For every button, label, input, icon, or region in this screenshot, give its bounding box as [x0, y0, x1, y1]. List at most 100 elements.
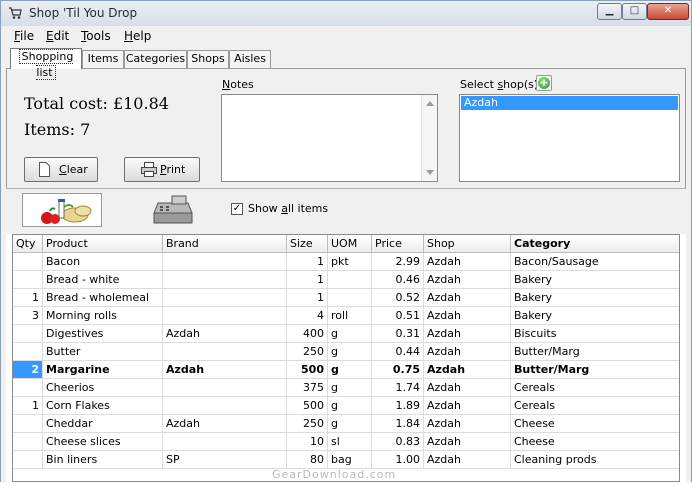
cell-uom[interactable]: g: [328, 343, 372, 361]
cell-brand[interactable]: [163, 397, 287, 415]
cell-shop[interactable]: Azdah: [424, 271, 511, 289]
cell-product[interactable]: Corn Flakes: [43, 397, 163, 415]
cell-shop[interactable]: Azdah: [424, 451, 511, 469]
tab-categories[interactable]: Categories: [124, 50, 187, 68]
cell-size[interactable]: 500: [287, 397, 328, 415]
cell-shop[interactable]: Azdah: [424, 307, 511, 325]
cell-price[interactable]: 0.52: [372, 289, 424, 307]
column-header-price[interactable]: Price: [372, 235, 424, 253]
cell-price[interactable]: 0.46: [372, 271, 424, 289]
cell-qty[interactable]: [13, 451, 43, 469]
cell-category[interactable]: Cheese: [511, 415, 679, 433]
cell-category[interactable]: Cereals: [511, 397, 679, 415]
cell-brand[interactable]: [163, 379, 287, 397]
column-header-size[interactable]: Size: [287, 235, 328, 253]
cell-size[interactable]: 400: [287, 325, 328, 343]
cell-shop[interactable]: Azdah: [424, 343, 511, 361]
cell-shop[interactable]: Azdah: [424, 361, 511, 379]
cell-brand[interactable]: [163, 307, 287, 325]
cell-product[interactable]: Morning rolls: [43, 307, 163, 325]
cell-shop[interactable]: Azdah: [424, 433, 511, 451]
cell-uom[interactable]: [328, 289, 372, 307]
cell-uom[interactable]: sl: [328, 433, 372, 451]
print-button[interactable]: Print: [124, 157, 200, 182]
table-row[interactable]: Butter 250 g 0.44 Azdah Butter/Marg: [13, 343, 679, 361]
cell-qty[interactable]: [13, 343, 43, 361]
column-header-uom[interactable]: UOM: [328, 235, 372, 253]
cell-size[interactable]: 10: [287, 433, 328, 451]
cell-size[interactable]: 250: [287, 415, 328, 433]
clear-button[interactable]: Clear: [24, 157, 98, 182]
cell-shop[interactable]: Azdah: [424, 253, 511, 271]
checkout-view-button[interactable]: [148, 193, 198, 227]
cell-qty[interactable]: [13, 271, 43, 289]
cell-category[interactable]: Biscuits: [511, 325, 679, 343]
shops-listbox[interactable]: Azdah: [459, 94, 680, 182]
shop-list-item[interactable]: Azdah: [461, 96, 678, 110]
menu-edit[interactable]: Edit: [46, 29, 69, 43]
cell-qty[interactable]: [13, 379, 43, 397]
cell-product[interactable]: Butter: [43, 343, 163, 361]
column-header-qty[interactable]: Qty: [13, 235, 43, 253]
cell-shop[interactable]: Azdah: [424, 289, 511, 307]
table-row[interactable]: 3 Morning rolls 4 roll 0.51 Azdah Bakery: [13, 307, 679, 325]
table-row[interactable]: Cheerios 375 g 1.74 Azdah Cereals: [13, 379, 679, 397]
column-header-shop[interactable]: Shop: [424, 235, 511, 253]
cell-product[interactable]: Bacon: [43, 253, 163, 271]
cell-qty[interactable]: 1: [13, 289, 43, 307]
notes-textarea[interactable]: [221, 94, 438, 182]
cell-uom[interactable]: bag: [328, 451, 372, 469]
table-row[interactable]: Bin liners SP 80 bag 1.00 Azdah Cleaning prods: [13, 451, 679, 469]
cell-uom[interactable]: g: [328, 415, 372, 433]
cell-size[interactable]: 1: [287, 271, 328, 289]
table-row[interactable]: Digestives Azdah 400 g 0.31 Azdah Biscuits: [13, 325, 679, 343]
cell-uom[interactable]: g: [328, 361, 372, 379]
cell-size[interactable]: 1: [287, 289, 328, 307]
minimize-button[interactable]: ▁: [597, 3, 622, 20]
cell-qty[interactable]: 1: [13, 397, 43, 415]
cell-uom[interactable]: pkt: [328, 253, 372, 271]
cell-price[interactable]: 0.31: [372, 325, 424, 343]
cell-price[interactable]: 2.99: [372, 253, 424, 271]
table-row[interactable]: 2 Margarine Azdah 500 g 0.75 Azdah Butter/Marg: [13, 361, 679, 379]
menu-help[interactable]: Help: [124, 29, 151, 43]
cell-category[interactable]: Bakery: [511, 289, 679, 307]
table-row[interactable]: 1 Corn Flakes 500 g 1.89 Azdah Cereals: [13, 397, 679, 415]
cell-category[interactable]: Bakery: [511, 307, 679, 325]
column-header-category[interactable]: Category: [511, 235, 679, 253]
cell-uom[interactable]: g: [328, 325, 372, 343]
table-row[interactable]: Cheddar Azdah 250 g 1.84 Azdah Cheese: [13, 415, 679, 433]
cell-product[interactable]: Bread - white: [43, 271, 163, 289]
cell-uom[interactable]: g: [328, 379, 372, 397]
cell-uom[interactable]: [328, 271, 372, 289]
cell-brand[interactable]: [163, 433, 287, 451]
cell-category[interactable]: Bacon/Sausage: [511, 253, 679, 271]
cell-product[interactable]: Cheese slices: [43, 433, 163, 451]
cell-qty[interactable]: [13, 433, 43, 451]
add-shop-button[interactable]: +: [536, 75, 552, 91]
column-header-product[interactable]: Product: [43, 235, 163, 253]
cell-category[interactable]: Cheese: [511, 433, 679, 451]
menu-tools[interactable]: Tools: [81, 29, 111, 43]
cell-size[interactable]: 500: [287, 361, 328, 379]
cell-product[interactable]: Bread - wholemeal: [43, 289, 163, 307]
cell-brand[interactable]: Azdah: [163, 361, 287, 379]
items-view-button[interactable]: [22, 193, 102, 227]
cell-brand[interactable]: Azdah: [163, 415, 287, 433]
tab-shopping-list[interactable]: Shopping list: [10, 48, 82, 80]
scroll-down-icon[interactable]: [426, 170, 434, 175]
cell-qty[interactable]: [13, 415, 43, 433]
cell-brand[interactable]: [163, 271, 287, 289]
cell-price[interactable]: 0.51: [372, 307, 424, 325]
cell-price[interactable]: 0.44: [372, 343, 424, 361]
cell-size[interactable]: 1: [287, 253, 328, 271]
close-button[interactable]: ✕: [647, 3, 689, 20]
notes-scrollbar[interactable]: [421, 95, 437, 181]
cell-category[interactable]: Cereals: [511, 379, 679, 397]
cell-shop[interactable]: Azdah: [424, 397, 511, 415]
cell-qty[interactable]: [13, 253, 43, 271]
cell-brand[interactable]: [163, 289, 287, 307]
tab-items[interactable]: Items: [82, 50, 124, 68]
cell-size[interactable]: 4: [287, 307, 328, 325]
cell-price[interactable]: 1.00: [372, 451, 424, 469]
